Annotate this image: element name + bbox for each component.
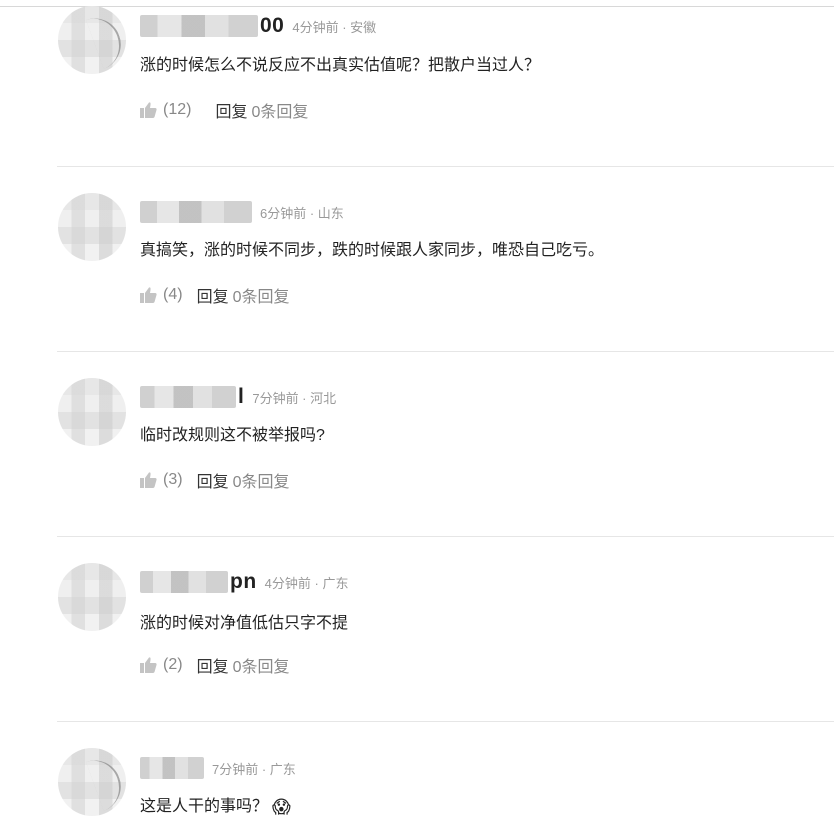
comment-divider <box>57 536 834 537</box>
blurred-username[interactable] <box>140 201 252 223</box>
comment-header: 7分钟前 · 广东 <box>140 754 296 782</box>
comment-meta: 7分钟前 · 河北 <box>252 390 337 406</box>
comment-divider <box>57 721 834 722</box>
blurred-username[interactable] <box>140 757 204 779</box>
comment-actions: (3) 回复 0条回复 <box>140 468 289 492</box>
thumbs-up-icon[interactable] <box>140 472 157 488</box>
comment-text: 涨的时候怎么不说反应不出真实估值呢？把散户当过人？ <box>140 57 541 74</box>
comment-header: 6分钟前 · 山东 <box>140 198 344 226</box>
comment-meta: 4分钟前 · 安徽 <box>292 19 377 35</box>
username-suffix[interactable]: pn <box>230 570 257 594</box>
avatar[interactable] <box>58 563 126 631</box>
comment-actions: (4) 回复 0条回复 <box>140 283 289 307</box>
comment-text: 临时改规则这不被举报吗? <box>140 427 325 444</box>
username-suffix[interactable]: l <box>238 385 244 409</box>
comment-header: 00 4分钟前 · 安徽 <box>140 12 376 40</box>
reply-button[interactable]: 回复 <box>197 653 229 677</box>
comment-divider <box>57 351 834 352</box>
avatar[interactable] <box>58 193 126 261</box>
comment-divider <box>57 166 834 167</box>
comment-text-content: 这是人干的事吗？ <box>140 798 269 815</box>
username-suffix[interactable]: 00 <box>260 14 284 38</box>
comment-text: 涨的时候对净值低估只字不提 <box>140 615 349 632</box>
avatar[interactable] <box>58 748 126 816</box>
reply-button[interactable]: 回复 <box>197 468 229 492</box>
comment-item: l 7分钟前 · 河北 临时改规则这不被举报吗? (3) 回复 0条回复 <box>0 370 834 555</box>
comment-header: pn 4分钟前 · 广东 <box>140 568 348 596</box>
reply-button[interactable]: 回复 <box>197 283 229 307</box>
comment-meta: 7分钟前 · 广东 <box>212 761 296 777</box>
blurred-username[interactable] <box>140 571 228 593</box>
avatar[interactable] <box>58 6 126 74</box>
reply-count[interactable]: 0条回复 <box>233 653 290 677</box>
blurred-username[interactable] <box>140 386 236 408</box>
comment-meta: 6分钟前 · 山东 <box>260 205 344 221</box>
like-count[interactable]: (3) <box>163 471 183 489</box>
reply-count[interactable]: 0条回复 <box>233 468 290 492</box>
thumbs-up-icon[interactable] <box>140 287 157 303</box>
reply-count[interactable]: 0条回复 <box>251 98 308 122</box>
thumbs-up-icon[interactable] <box>140 102 157 118</box>
comment-meta: 4分钟前 · 广东 <box>264 575 349 591</box>
reply-button[interactable]: 回复 <box>215 98 247 122</box>
comment-header: l 7分钟前 · 河北 <box>140 383 336 411</box>
comment-text: 真搞笑，涨的时候不同步，跌的时候跟人家同步，唯恐自己吃亏。 <box>140 242 605 259</box>
like-count[interactable]: (2) <box>163 656 183 674</box>
comment-item: 7分钟前 · 广东 这是人干的事吗？ 😱 <box>0 740 834 834</box>
thumbs-up-icon[interactable] <box>140 657 157 673</box>
like-count[interactable]: (12) <box>163 101 191 119</box>
comment-item: pn 4分钟前 · 广东 涨的时候对净值低估只字不提 (2) 回复 0条回复 <box>0 555 834 740</box>
comment-actions: (12) 回复 0条回复 <box>140 98 308 122</box>
like-count[interactable]: (4) <box>163 286 183 304</box>
avatar[interactable] <box>58 378 126 446</box>
comment-actions: (2) 回复 0条回复 <box>140 653 289 677</box>
comment-text: 这是人干的事吗？ 😱 <box>140 792 291 818</box>
comment-item: 00 4分钟前 · 安徽 涨的时候怎么不说反应不出真实估值呢？把散户当过人？ (… <box>0 0 834 185</box>
screaming-face-emoji: 😱 <box>272 797 291 817</box>
blurred-username[interactable] <box>140 15 258 37</box>
comment-item: 6分钟前 · 山东 真搞笑，涨的时候不同步，跌的时候跟人家同步，唯恐自己吃亏。 … <box>0 185 834 370</box>
reply-count[interactable]: 0条回复 <box>233 283 290 307</box>
